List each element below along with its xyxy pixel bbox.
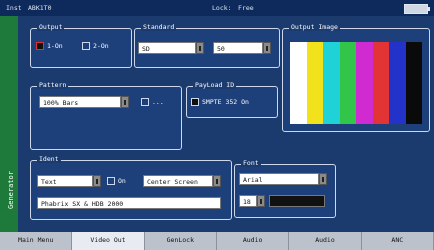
ident-on-checkbox[interactable] <box>107 177 115 185</box>
output1-label: 1-On <box>47 42 63 50</box>
colour-bar-6 <box>372 42 389 124</box>
ident-text-input[interactable]: Phabrix SX & HDB 2000 <box>37 197 221 209</box>
tab-2[interactable]: Video Out <box>72 232 145 250</box>
payload-checkbox[interactable] <box>191 98 199 106</box>
standard-select[interactable]: SD <box>138 42 196 54</box>
payload-label: SMPTE 352 On <box>202 98 249 106</box>
font-panel: Font Arial 18 <box>234 159 336 218</box>
colour-bar-2 <box>306 42 323 124</box>
tab-6[interactable]: ANC <box>361 232 434 250</box>
battery-icon <box>404 4 430 14</box>
pattern-panel: Pattern 100% Bars ... <box>30 81 182 150</box>
ident-type-spin[interactable] <box>93 175 101 187</box>
colour-bars-preview <box>290 42 422 124</box>
ident-title: Ident <box>37 155 61 163</box>
font-colour-swatch[interactable] <box>269 195 325 207</box>
output1-checkbox[interactable] <box>36 42 44 50</box>
ident-position-select[interactable]: Center Screen <box>143 175 213 187</box>
lock-value: Free <box>238 4 254 12</box>
status-inst: Inst <box>6 4 22 12</box>
output-panel: Output 1-On 2-On <box>30 23 132 68</box>
output-title: Output <box>37 23 65 31</box>
font-size-spin[interactable] <box>257 195 265 207</box>
colour-bar-3 <box>323 42 340 124</box>
sidebar[interactable]: Generator <box>0 16 18 232</box>
payload-title: PayLoad ID <box>193 81 237 89</box>
colour-bar-5 <box>356 42 373 124</box>
font-family-select[interactable]: Arial <box>239 173 319 185</box>
standard-panel: Standard SD 50 <box>134 23 280 68</box>
font-family-spin[interactable] <box>319 173 327 185</box>
pattern-select[interactable]: 100% Bars <box>39 96 121 108</box>
ident-on-label: On <box>118 177 126 185</box>
tab-3[interactable]: GenLock <box>144 232 217 250</box>
output2-label: 2-On <box>93 42 109 50</box>
lock-label: Lock: <box>212 4 232 12</box>
output-image-title: Output Image <box>289 23 340 31</box>
payload-panel: PayLoad ID SMPTE 352 On <box>186 81 278 118</box>
colour-bar-4 <box>339 42 356 124</box>
tab-1[interactable]: Main Menu <box>0 232 73 250</box>
font-title: Font <box>241 159 261 167</box>
pattern-spin[interactable] <box>121 96 129 108</box>
ident-panel: Ident Text On Center Screen Phabrix SX &… <box>30 155 232 220</box>
font-size-select[interactable]: 18 <box>239 195 257 207</box>
status-id: ABK1T0 <box>28 4 52 12</box>
colour-bar-1 <box>290 42 307 124</box>
standard-title: Standard <box>141 23 177 31</box>
bottom-tab-bar: Main Menu Video Out GenLock Audio Audio ANC <box>0 232 434 250</box>
pattern-title: Pattern <box>37 81 69 89</box>
pattern-checkbox[interactable] <box>141 98 149 106</box>
sidebar-label: Generator <box>7 171 15 209</box>
standard-spin[interactable] <box>196 42 204 54</box>
status-bar: Inst ABK1T0 Lock: Free <box>0 0 434 16</box>
tab-4[interactable]: Audio <box>216 232 290 250</box>
tab-5[interactable]: Audio <box>289 232 362 250</box>
colour-bar-7 <box>389 42 406 124</box>
colour-bar-8 <box>405 42 422 124</box>
rate-select[interactable]: 50 <box>213 42 263 54</box>
ident-type-select[interactable]: Text <box>37 175 93 187</box>
output2-checkbox[interactable] <box>82 42 90 50</box>
ident-position-spin[interactable] <box>213 175 221 187</box>
rate-spin[interactable] <box>263 42 271 54</box>
pattern-check-label: ... <box>152 98 164 106</box>
